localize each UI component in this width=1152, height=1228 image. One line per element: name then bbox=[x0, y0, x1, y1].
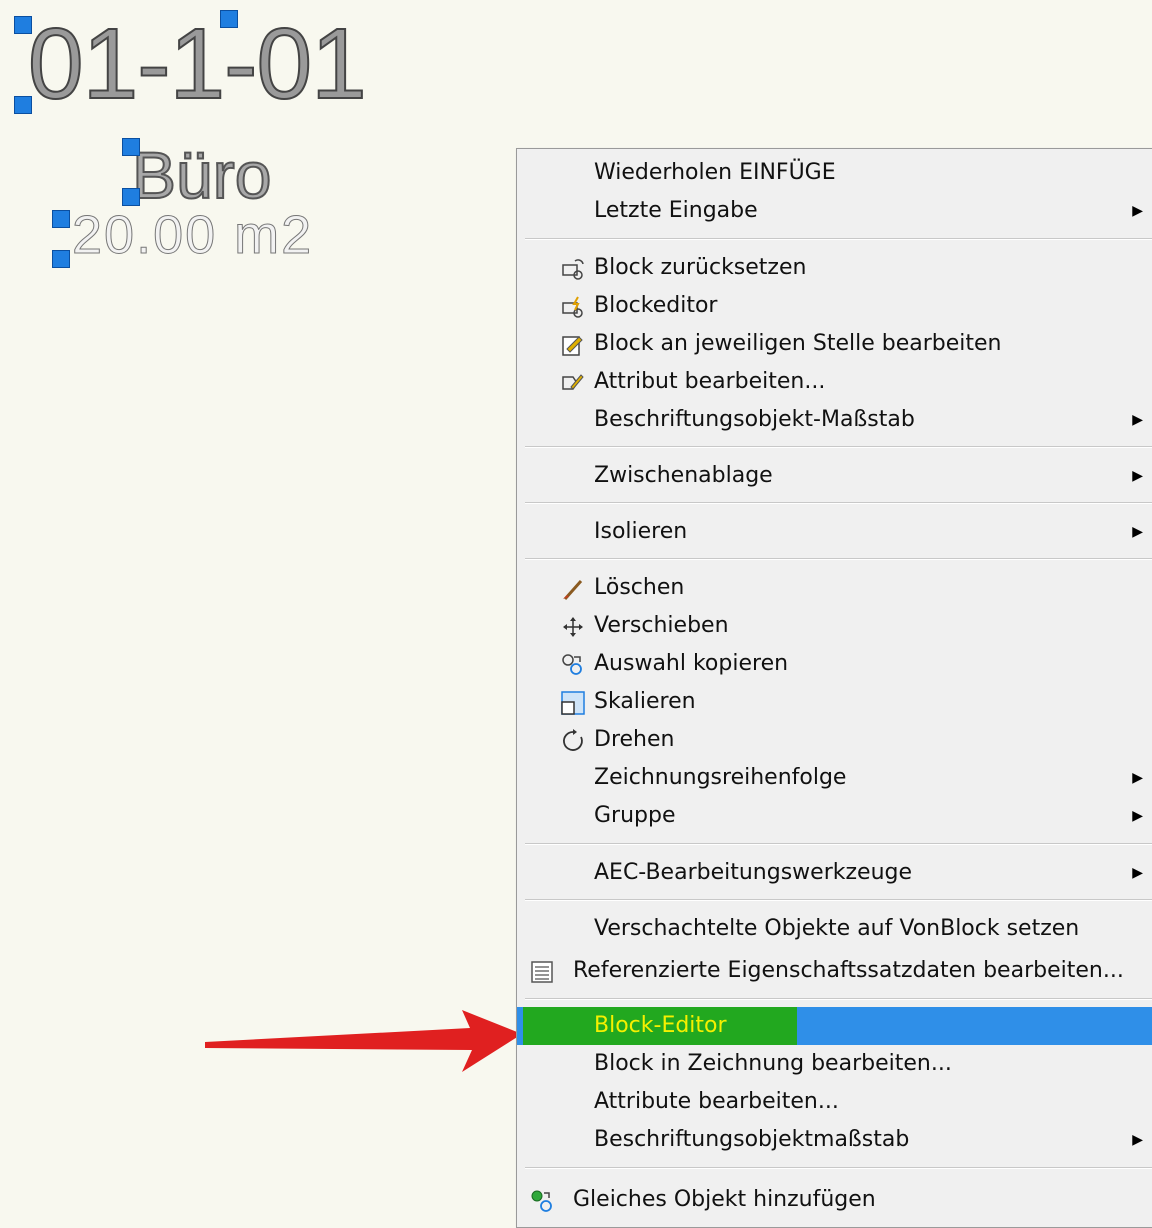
menu-item-group[interactable]: Gruppe ▶ bbox=[517, 797, 1152, 835]
submenu-arrow-icon: ▶ bbox=[1132, 770, 1143, 786]
submenu-arrow-icon: ▶ bbox=[1132, 1132, 1143, 1148]
grip-handle[interactable] bbox=[52, 250, 70, 268]
menu-item-label: Beschriftungsobjekt-Maßstab bbox=[594, 407, 915, 432]
menu-separator bbox=[525, 998, 1152, 1000]
menu-item-label: Block zurücksetzen bbox=[594, 255, 807, 280]
eraser-icon bbox=[563, 580, 583, 600]
menu-item-add-selected[interactable]: Gleiches Objekt hinzufügen bbox=[517, 1181, 1152, 1219]
menu-item-label: Skalieren bbox=[594, 689, 696, 714]
grip-handle[interactable] bbox=[14, 96, 32, 114]
menu-item-label: Verschieben bbox=[594, 613, 729, 638]
menu-separator bbox=[525, 238, 1152, 240]
menu-item-label: Beschriftungsobjektmaßstab bbox=[594, 1127, 910, 1152]
room-name-text[interactable]: Büro bbox=[131, 141, 272, 209]
menu-item-annotation-object-scale[interactable]: Beschriftungsobjektmaßstab ▶ bbox=[517, 1121, 1152, 1159]
submenu-arrow-icon: ▶ bbox=[1132, 468, 1143, 484]
menu-item-label: Block in Zeichnung bearbeiten... bbox=[594, 1051, 952, 1076]
copy-icon bbox=[562, 654, 582, 675]
submenu-arrow-icon: ▶ bbox=[1132, 412, 1143, 428]
menu-item-label: Blockeditor bbox=[594, 293, 718, 318]
scale-icon bbox=[561, 691, 585, 715]
grip-handle[interactable] bbox=[52, 210, 70, 228]
submenu-arrow-icon: ▶ bbox=[1132, 203, 1143, 219]
menu-item-label: Letzte Eingabe bbox=[594, 198, 758, 223]
room-number-text[interactable]: 01-1-01 bbox=[27, 13, 368, 115]
menu-separator bbox=[525, 843, 1152, 845]
edit-attribute-icon bbox=[562, 374, 584, 390]
menu-separator bbox=[525, 502, 1152, 504]
move-icon bbox=[563, 617, 583, 637]
menu-item-aec-tools[interactable]: AEC-Bearbeitungswerkzeuge ▶ bbox=[517, 854, 1152, 892]
menu-item-label: Zwischenablage bbox=[594, 463, 773, 488]
menu-item-edit-in-place[interactable]: Block an jeweiligen Stelle bearbeiten bbox=[517, 325, 1152, 363]
menu-item-label: Attribut bearbeiten... bbox=[594, 369, 826, 394]
menu-item-label: Verschachtelte Objekte auf VonBlock setz… bbox=[594, 916, 1080, 941]
edit-in-place-icon bbox=[562, 336, 583, 356]
menu-item-edit-attribute[interactable]: Attribut bearbeiten... bbox=[517, 363, 1152, 401]
grip-handle[interactable] bbox=[14, 16, 32, 34]
menu-item-edit-property-set[interactable]: Referenzierte Eigenschaftssatzdaten bear… bbox=[517, 952, 1152, 990]
rotate-icon bbox=[563, 729, 583, 751]
menu-separator bbox=[525, 1167, 1152, 1169]
grip-handle[interactable] bbox=[220, 10, 238, 28]
menu-item-scale[interactable]: Skalieren bbox=[517, 683, 1152, 721]
menu-item-label: Wiederholen EINFÜGE bbox=[594, 160, 836, 185]
context-menu: Wiederholen EINFÜGE Letzte Eingabe ▶ Blo… bbox=[516, 148, 1152, 1228]
menu-item-label: Referenzierte Eigenschaftssatzdaten bear… bbox=[573, 958, 1124, 983]
menu-item-nested-byblock[interactable]: Verschachtelte Objekte auf VonBlock setz… bbox=[517, 910, 1152, 948]
menu-item-block-editor-tool[interactable]: Blockeditor bbox=[517, 287, 1152, 325]
menu-item-label: Zeichnungsreihenfolge bbox=[594, 765, 847, 790]
menu-item-block-editor[interactable]: Block-Editor bbox=[517, 1007, 1152, 1045]
submenu-arrow-icon: ▶ bbox=[1132, 808, 1143, 824]
submenu-arrow-icon: ▶ bbox=[1132, 865, 1143, 881]
menu-item-label: Auswahl kopieren bbox=[594, 651, 789, 676]
menu-separator bbox=[525, 899, 1152, 901]
menu-item-annotation-scale[interactable]: Beschriftungsobjekt-Maßstab ▶ bbox=[517, 401, 1152, 439]
block-reset-icon bbox=[562, 259, 584, 280]
add-selected-icon bbox=[531, 1190, 552, 1212]
menu-item-recent-input[interactable]: Letzte Eingabe ▶ bbox=[517, 192, 1152, 230]
menu-item-label: Attribute bearbeiten... bbox=[594, 1089, 839, 1114]
menu-item-label: Block-Editor bbox=[594, 1013, 727, 1038]
menu-item-copy-selection[interactable]: Auswahl kopieren bbox=[517, 645, 1152, 683]
menu-item-isolate[interactable]: Isolieren ▶ bbox=[517, 513, 1152, 551]
menu-separator bbox=[525, 558, 1152, 560]
submenu-arrow-icon: ▶ bbox=[1132, 524, 1143, 540]
menu-item-clipboard[interactable]: Zwischenablage ▶ bbox=[517, 457, 1152, 495]
grip-handle[interactable] bbox=[122, 138, 140, 156]
annotation-arrow bbox=[205, 1010, 522, 1072]
menu-item-rotate[interactable]: Drehen bbox=[517, 721, 1152, 759]
property-set-icon bbox=[531, 961, 553, 983]
menu-item-label: Gleiches Objekt hinzufügen bbox=[573, 1187, 876, 1212]
menu-item-label: AEC-Bearbeitungswerkzeuge bbox=[594, 860, 913, 885]
menu-item-edit-attributes[interactable]: Attribute bearbeiten... bbox=[517, 1083, 1152, 1121]
menu-item-label: Gruppe bbox=[594, 803, 676, 828]
grip-handle[interactable] bbox=[122, 188, 140, 206]
menu-item-label: Isolieren bbox=[594, 519, 688, 544]
menu-item-repeat-insert[interactable]: Wiederholen EINFÜGE bbox=[517, 154, 1152, 192]
menu-item-move[interactable]: Verschieben bbox=[517, 607, 1152, 645]
menu-item-label: Löschen bbox=[594, 575, 685, 600]
menu-item-erase[interactable]: Löschen bbox=[517, 569, 1152, 607]
menu-item-label: Block an jeweiligen Stelle bearbeiten bbox=[594, 331, 1002, 356]
menu-separator bbox=[525, 446, 1152, 448]
room-area-text[interactable]: 20.00 m2 bbox=[71, 208, 313, 263]
menu-item-block-reset[interactable]: Block zurücksetzen bbox=[517, 249, 1152, 287]
menu-item-edit-block-in-drawing[interactable]: Block in Zeichnung bearbeiten... bbox=[517, 1045, 1152, 1083]
menu-item-draw-order[interactable]: Zeichnungsreihenfolge ▶ bbox=[517, 759, 1152, 797]
menu-item-label: Drehen bbox=[594, 727, 675, 752]
block-editor-icon bbox=[562, 296, 583, 318]
